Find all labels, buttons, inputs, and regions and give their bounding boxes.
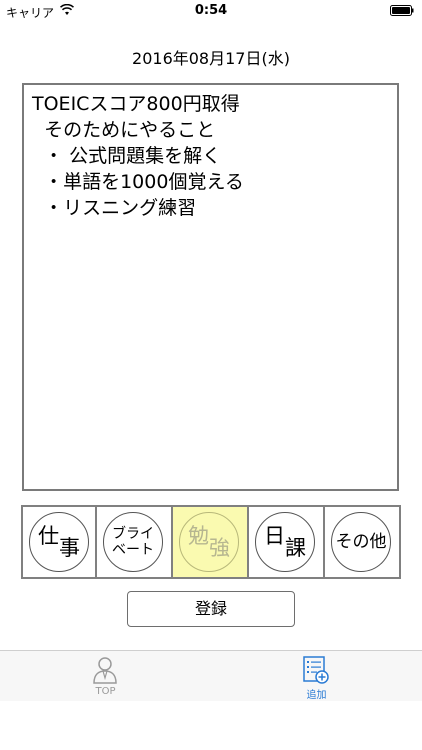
category-work-button[interactable]: 仕 事	[21, 505, 97, 579]
category-label-bottom: 他	[369, 532, 387, 552]
category-label-top: 勉	[188, 524, 209, 548]
category-label-bottom: ベート	[112, 542, 154, 558]
category-other-button[interactable]: その 他	[325, 505, 401, 579]
tab-bar: TOP 追加	[0, 650, 422, 701]
private-stamp-icon: ブライ ベート	[103, 512, 163, 572]
status-time: 0:54	[194, 3, 228, 18]
date-label: 2016年08月17日(水)	[132, 49, 290, 68]
tab-top-label: TOP	[95, 686, 116, 697]
status-bar: キャリア 0:54	[0, 0, 422, 24]
daily-task-stamp-icon: 日 課	[255, 512, 315, 572]
category-label-top: その	[335, 532, 370, 552]
category-selector: 仕 事 ブライ ベート 勉 強 日 課 その 他	[21, 505, 401, 579]
other-stamp-icon: その 他	[331, 512, 391, 572]
tab-add[interactable]: 追加	[211, 651, 422, 701]
tab-top[interactable]: TOP	[0, 651, 211, 701]
work-stamp-icon: 仕 事	[29, 512, 89, 572]
category-label-top: ブライ	[112, 526, 154, 542]
category-label-bottom: 事	[59, 536, 80, 560]
register-button[interactable]: 登録	[127, 591, 295, 627]
study-stamp-icon: 勉 強	[179, 512, 239, 572]
person-icon	[93, 657, 117, 684]
memo-textarea[interactable]: TOEICスコア800円取得 そのためにやること ・ 公式問題集を解く ・単語を…	[22, 83, 399, 491]
category-label-top: 仕	[38, 524, 59, 548]
add-list-icon	[303, 656, 329, 684]
battery-icon	[390, 5, 414, 16]
category-label-top: 日	[264, 524, 285, 548]
category-label-bottom: 強	[209, 536, 230, 560]
category-private-button[interactable]: ブライ ベート	[97, 505, 173, 579]
category-label-bottom: 課	[285, 536, 306, 560]
category-study-button[interactable]: 勉 強	[173, 505, 249, 579]
category-daily-button[interactable]: 日 課	[249, 505, 325, 579]
tab-add-label: 追加	[306, 690, 327, 701]
